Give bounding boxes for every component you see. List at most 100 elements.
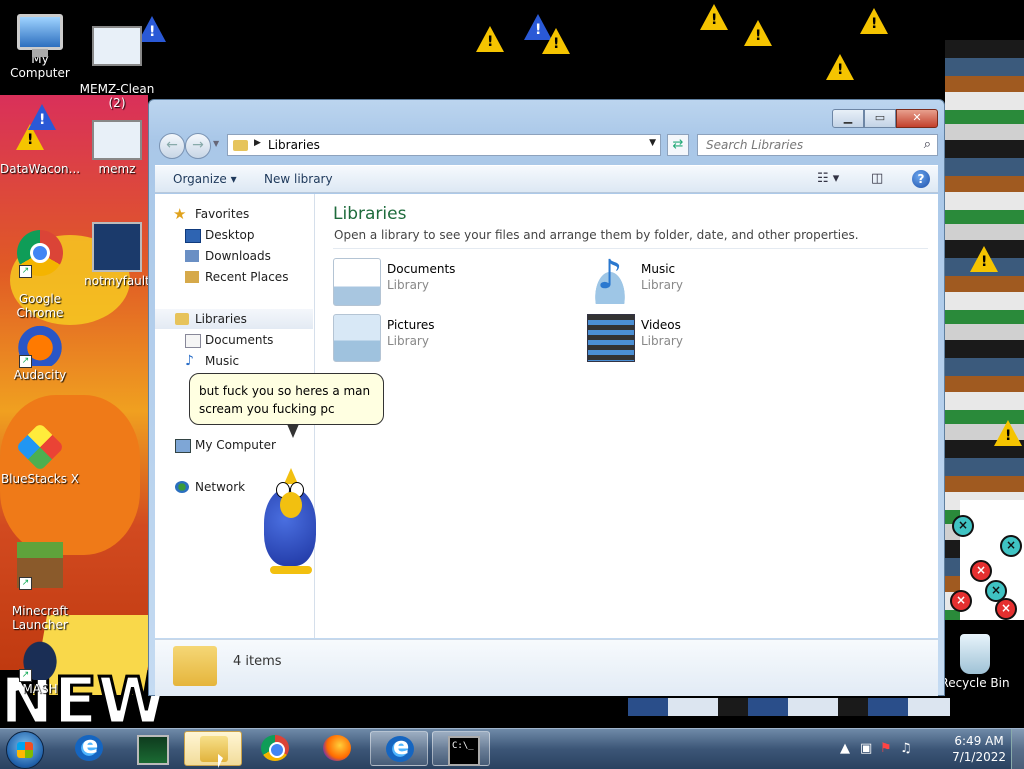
shortcut-arrow-icon: ↗ <box>19 355 32 368</box>
error-circle-icon: × <box>995 598 1017 620</box>
page-subtitle: Open a library to see your files and arr… <box>334 228 859 242</box>
back-button[interactable]: ← <box>159 133 185 159</box>
recent-pages-dropdown-icon[interactable]: ▼ <box>213 139 219 148</box>
downloads-icon <box>185 250 199 262</box>
desktop-icon-my-computer[interactable]: My Computer <box>0 6 80 80</box>
warning-icon <box>860 8 888 34</box>
desktop-icon-datawatcher[interactable]: DataWacon... <box>0 114 80 176</box>
details-pane: 4 items <box>155 639 938 696</box>
mouse-cursor-icon <box>218 754 223 768</box>
nav-item-recent-places[interactable]: Recent Places <box>155 267 313 287</box>
network-icon <box>175 481 189 493</box>
address-dropdown-icon[interactable]: ▼ <box>649 138 656 148</box>
search-input[interactable]: Search Libraries ⌕ <box>697 134 938 156</box>
system-tray: ▲ ▣ ⚑ ♫ 6:49 AM 7/1/2022 <box>834 729 1024 769</box>
desktop-icon-bluestacks[interactable]: BlueStacks X <box>0 422 80 486</box>
desktop-icon-recycle-bin[interactable]: Recycle Bin <box>935 634 1015 690</box>
minimize-button[interactable]: ▁ <box>832 109 864 128</box>
warning-icon <box>970 246 998 272</box>
action-center-flag-icon[interactable]: ⚑ <box>880 741 892 756</box>
clock-time: 6:49 AM <box>954 734 1004 748</box>
folder-icon <box>200 736 228 762</box>
search-icon[interactable]: ⌕ <box>924 137 931 152</box>
chrome-icon <box>261 735 289 761</box>
taskbar-system-monitor[interactable] <box>122 731 180 766</box>
libraries-folder-icon <box>173 646 217 686</box>
desktop-icon-audacity[interactable]: ↗ Audacity <box>0 320 80 382</box>
taskbar-explorer[interactable] <box>184 731 242 766</box>
clock[interactable]: 6:49 AM 7/1/2022 <box>952 733 1006 765</box>
glitch-strip <box>628 698 950 716</box>
library-item-documents[interactable]: Documents Library <box>333 258 553 306</box>
desktop-icon-memz[interactable]: memz <box>77 114 157 176</box>
volume-icon[interactable]: ♫ <box>900 741 912 756</box>
maximize-button[interactable]: ▭ <box>864 109 896 128</box>
command-prompt-icon <box>448 736 480 766</box>
taskbar-chrome[interactable] <box>246 731 304 766</box>
help-icon[interactable]: ? <box>912 170 930 188</box>
folder-icon <box>233 140 248 151</box>
internet-explorer-icon <box>75 731 103 761</box>
monitor-icon <box>137 735 169 765</box>
error-circle-icon: × <box>970 560 992 582</box>
network-status-icon[interactable]: ▣ <box>860 741 872 756</box>
recycle-bin-icon <box>960 634 990 674</box>
new-library-button[interactable]: New library <box>264 172 333 186</box>
chrome-icon: ↗ <box>17 230 63 278</box>
close-button[interactable]: ✕ <box>896 109 938 128</box>
taskbar-internet-explorer-open[interactable] <box>370 731 428 766</box>
start-button[interactable] <box>6 731 44 769</box>
taskbar: ▲ ▣ ⚑ ♫ 6:49 AM 7/1/2022 <box>0 728 1024 769</box>
nav-item-favorites[interactable]: ★ Favorites <box>155 204 313 224</box>
desktop-icon-memz-clean[interactable]: MEMZ-Clean (2) <box>77 6 157 124</box>
nav-item-my-computer[interactable]: My Computer <box>155 435 313 455</box>
nav-item-libraries[interactable]: Libraries <box>155 309 313 329</box>
address-bar[interactable]: ▶ Libraries ▼ <box>227 134 661 156</box>
mash-icon: ↗ <box>17 634 63 682</box>
taskbar-command-prompt[interactable] <box>432 731 490 766</box>
preview-pane-icon[interactable]: ◫ <box>871 171 883 186</box>
refresh-button[interactable]: ⇄ <box>667 134 689 156</box>
desktop-icon-google-chrome[interactable]: ↗ Google Chrome <box>0 216 80 334</box>
nav-item-downloads[interactable]: Downloads <box>155 246 313 266</box>
balloon-line-2: scream you fucking pc <box>199 402 335 416</box>
clock-date: 7/1/2022 <box>952 750 1006 764</box>
organize-button[interactable]: Organize ▾ <box>173 172 237 186</box>
library-item-music[interactable]: Music Library <box>587 252 807 306</box>
music-library-icon <box>587 252 633 304</box>
taskbar-firefox[interactable] <box>308 731 366 766</box>
pictures-library-icon <box>333 314 381 362</box>
libraries-icon <box>175 313 189 325</box>
shortcut-arrow-icon: ↗ <box>19 265 32 278</box>
command-bar: Organize ▾ New library ☷ ▾ ◫ ? <box>155 165 938 193</box>
window-app-icon <box>92 120 142 160</box>
bluestacks-icon <box>15 422 65 472</box>
videos-library-icon <box>587 314 635 362</box>
app-icon <box>17 114 63 160</box>
desktop-icon-minecraft-launcher[interactable]: ↗ Minecraft Launcher <box>0 528 80 646</box>
show-desktop-button[interactable] <box>1011 729 1024 769</box>
change-view-icon[interactable]: ☷ ▾ <box>817 171 839 186</box>
breadcrumb-libraries[interactable]: Libraries <box>268 138 320 152</box>
breadcrumb-arrow-icon[interactable]: ▶ <box>254 138 261 148</box>
warning-icon <box>826 54 854 80</box>
library-item-videos[interactable]: Videos Library <box>587 314 807 362</box>
computer-icon <box>175 439 191 453</box>
nav-item-music[interactable]: ♪ Music <box>155 351 313 371</box>
desktop-icon-mash[interactable]: ↗ MASH <box>0 634 80 696</box>
star-icon: ★ <box>173 205 187 223</box>
documents-icon <box>185 334 201 348</box>
show-hidden-icons-icon[interactable]: ▲ <box>840 741 850 756</box>
forward-button[interactable]: → <box>185 133 211 159</box>
nav-item-desktop[interactable]: Desktop <box>155 225 313 245</box>
desktop-icon-notmyfault[interactable]: notmyfault <box>77 222 157 288</box>
item-count: 4 items <box>233 654 282 669</box>
documents-library-icon <box>333 258 381 306</box>
minecraft-icon: ↗ <box>17 542 63 590</box>
agent-bird-character[interactable] <box>262 468 318 578</box>
nav-item-documents[interactable]: Documents <box>155 330 313 350</box>
error-circle-icon: × <box>950 590 972 612</box>
library-item-pictures[interactable]: Pictures Library <box>333 314 553 362</box>
content-pane: Libraries Open a library to see your fil… <box>315 194 938 638</box>
taskbar-internet-explorer[interactable] <box>60 731 118 766</box>
